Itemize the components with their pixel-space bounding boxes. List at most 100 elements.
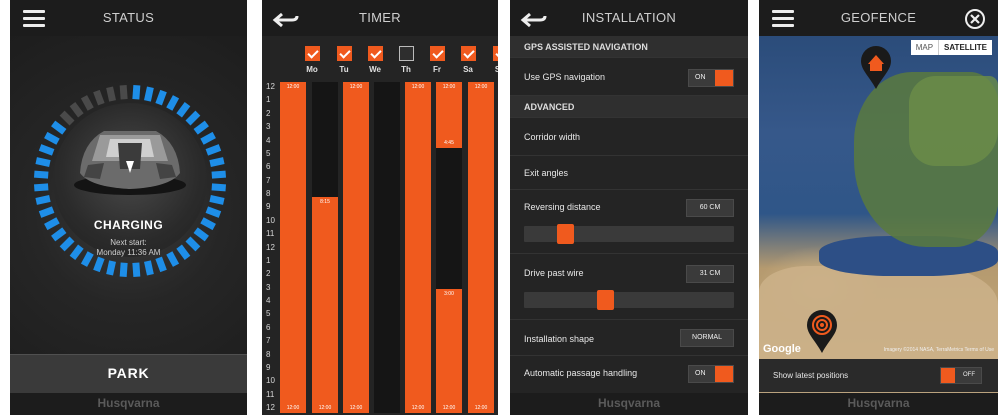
bar-end-time: 12:00 xyxy=(474,405,488,411)
charge-segment xyxy=(205,144,222,156)
timer-bar[interactable]: 12:00 12:00 xyxy=(468,82,494,413)
next-start-time: Monday 11:36 AM xyxy=(96,248,161,257)
slider-thumb[interactable] xyxy=(597,290,615,310)
map-credit[interactable]: Imagery ©2014 NASA, TerraMetrics Terms o… xyxy=(884,347,994,353)
use-gps-toggle[interactable]: ON xyxy=(688,69,734,87)
day-label: Mo xyxy=(306,65,318,74)
charge-segment xyxy=(80,95,94,111)
satellite-map[interactable]: MAP SATELLITE Google Imagery ©2014 NASA,… xyxy=(759,36,998,395)
husqvarna-logo: Husqvarna xyxy=(597,396,661,410)
day-toggle-su[interactable]: Su xyxy=(488,46,498,74)
timer-bar[interactable]: 12:00 12:00 xyxy=(405,82,431,413)
timer-screen: TIMER MoTuWeThFrSaSu 1212345678910111212… xyxy=(262,0,498,415)
exit-angles-row[interactable]: Exit angles xyxy=(510,156,748,190)
day-label: Th xyxy=(401,65,411,74)
day-toggle-sa[interactable]: Sa xyxy=(456,46,480,74)
geofence-screen: GEOFENCE MAP SATELLITE Google Imagery ©2… xyxy=(759,0,998,415)
toggle-knob xyxy=(715,70,733,86)
charge-segment xyxy=(132,84,141,100)
day-checkbox[interactable] xyxy=(460,46,476,61)
day-toggle-fr[interactable]: Fr xyxy=(425,46,449,74)
use-gps-label: Use GPS navigation xyxy=(524,72,606,82)
corridor-width-row[interactable]: Corridor width xyxy=(510,118,748,156)
passage-handling-label: Automatic passage handling xyxy=(524,368,638,378)
home-pin-icon[interactable] xyxy=(859,44,893,90)
day-label: Fr xyxy=(433,65,441,74)
day-checkbox[interactable] xyxy=(304,46,320,61)
reversing-distance-slider[interactable] xyxy=(524,224,734,244)
charge-segment xyxy=(209,157,225,167)
charge-segment xyxy=(193,120,209,135)
charge-segment xyxy=(38,206,55,218)
bar-start-time: 12:00 xyxy=(349,84,363,90)
day-checkbox[interactable] xyxy=(398,46,414,61)
corridor-width-label: Corridor width xyxy=(524,132,581,142)
timer-bar[interactable]: 8:15 12:00 xyxy=(312,196,338,413)
bar-end-time: 12:00 xyxy=(349,405,363,411)
hour-label: 1 xyxy=(266,255,271,265)
satellite-type-button[interactable]: SATELLITE xyxy=(938,40,992,55)
map-type-button[interactable]: MAP xyxy=(910,40,939,55)
bar-start-time: 3:00 xyxy=(444,290,454,297)
timer-column-th[interactable] xyxy=(374,82,400,413)
timer-bar[interactable]: 12:00 12:00 xyxy=(343,82,369,413)
latest-positions-toggle[interactable]: OFF xyxy=(940,367,982,384)
reversing-distance-row: Reversing distance 60 CM xyxy=(510,190,748,254)
timer-column-sa[interactable]: 12:00 4:45 3:00 12:00 xyxy=(436,82,462,413)
hour-label: 12 xyxy=(266,82,275,91)
timer-column-we[interactable]: 12:00 12:00 xyxy=(343,82,369,413)
day-toggle-tu[interactable]: Tu xyxy=(332,46,356,74)
reversing-distance-label: Reversing distance xyxy=(524,202,601,212)
google-logo: Google xyxy=(763,343,801,355)
day-label: Su xyxy=(494,65,498,74)
park-button[interactable]: PARK xyxy=(10,354,247,393)
mower-location-pin-icon[interactable] xyxy=(805,308,839,354)
day-toggle-we[interactable]: We xyxy=(363,46,387,74)
installation-shape-value[interactable]: NORMAL xyxy=(680,329,734,347)
timer-column-tu[interactable]: 8:15 12:00 xyxy=(312,82,338,413)
charge-segment xyxy=(93,256,105,273)
charge-segment xyxy=(33,170,49,179)
day-checkbox[interactable] xyxy=(429,46,445,61)
day-selector: Mo Tu We Th Fr Sa Su xyxy=(282,46,498,82)
day-toggle-mo[interactable]: Mo xyxy=(300,46,324,74)
charge-segment xyxy=(106,86,116,102)
hour-label: 10 xyxy=(266,215,275,225)
passage-handling-toggle[interactable]: ON xyxy=(688,365,734,383)
charge-segment xyxy=(144,86,154,102)
hour-label: 12 xyxy=(266,403,275,412)
charge-segment xyxy=(93,89,105,106)
installation-shape-label: Installation shape xyxy=(524,334,595,344)
day-toggle-th[interactable]: Th xyxy=(394,46,418,74)
hour-label: 2 xyxy=(266,269,271,279)
advanced-section-header: ADVANCED xyxy=(510,96,748,118)
slider-thumb[interactable] xyxy=(556,224,574,244)
drive-past-wire-slider[interactable] xyxy=(524,290,734,310)
bar-start-time: 12:00 xyxy=(411,84,425,90)
timer-column-mo[interactable]: 12:00 12:00 xyxy=(280,82,306,413)
day-checkbox[interactable] xyxy=(367,46,383,61)
map-type-toggle: MAP SATELLITE xyxy=(910,40,992,55)
timer-bar[interactable]: 3:00 12:00 xyxy=(436,288,462,413)
hour-label: 9 xyxy=(266,362,271,372)
timer-column-fr[interactable]: 12:00 12:00 xyxy=(405,82,431,413)
day-checkbox[interactable] xyxy=(336,46,352,61)
charge-segment xyxy=(33,183,49,192)
timer-bar[interactable]: 12:00 12:00 xyxy=(280,82,306,413)
husqvarna-logo: Husqvarna xyxy=(97,396,160,410)
status-title: STATUS xyxy=(102,10,155,25)
use-gps-row: Use GPS navigation ON xyxy=(510,58,748,96)
hour-label: 2 xyxy=(266,108,271,118)
map-land-east xyxy=(909,76,998,166)
next-start-label: Next start: xyxy=(110,238,147,247)
day-checkbox[interactable] xyxy=(492,46,498,61)
charge-segment xyxy=(44,131,60,145)
charge-segment xyxy=(211,183,227,192)
close-icon[interactable] xyxy=(964,8,986,30)
timer-column-su[interactable]: 12:00 12:00 xyxy=(468,82,494,413)
drive-past-wire-row: Drive past wire 31 CM xyxy=(510,254,748,320)
hour-label: 9 xyxy=(266,202,271,212)
timer-bar[interactable]: 12:00 4:45 xyxy=(436,82,462,148)
hour-label: 8 xyxy=(266,189,271,198)
charge-segment xyxy=(144,260,154,276)
